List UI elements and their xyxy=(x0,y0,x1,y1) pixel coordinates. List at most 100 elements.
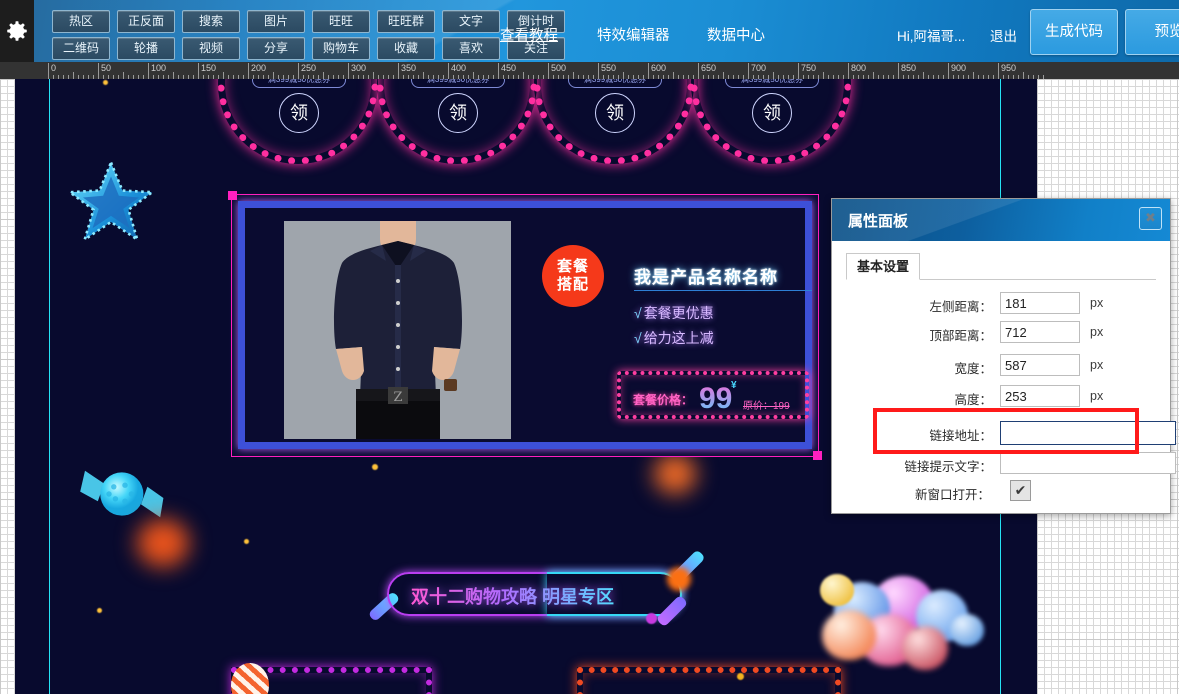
unit-label-px: px xyxy=(1090,296,1104,310)
currency-symbol: ¥ xyxy=(731,380,737,391)
ruler-label: 50 xyxy=(101,63,112,73)
ruler-label: 400 xyxy=(451,63,467,73)
form-row-new-window: 新窗口打开： ✔ xyxy=(832,480,1170,509)
field-label-new-window: 新窗口打开： xyxy=(914,488,990,502)
coupon-claim-label[interactable]: 领 xyxy=(752,93,792,133)
widget-button-flipside[interactable]: 正反面 xyxy=(117,10,175,33)
coupon-pill-text: 满399减50优惠券 xyxy=(252,79,346,88)
widget-button-carousel[interactable]: 轮播 xyxy=(117,37,175,60)
form-row-link-url: 链接地址： xyxy=(832,421,1176,450)
unit-label-px: px xyxy=(1090,325,1104,339)
ruler-label: 650 xyxy=(701,63,717,73)
width-input[interactable] xyxy=(1000,354,1080,376)
benefit-text: 给力这上减 xyxy=(643,330,714,346)
ruler-major-tick xyxy=(398,63,399,79)
coupon-claim-label[interactable]: 领 xyxy=(279,93,319,133)
ruler-label: 0 xyxy=(51,63,57,73)
balloon xyxy=(820,574,854,606)
coupon-claim-label[interactable]: 领 xyxy=(595,93,635,133)
widget-button-image[interactable]: 图片 xyxy=(247,10,305,33)
widget-button-qrcode[interactable]: 二维码 xyxy=(52,37,110,60)
original-price: 原价：199 xyxy=(743,401,790,412)
decorative-dot xyxy=(646,613,657,624)
tab-basic-settings[interactable]: 基本设置 xyxy=(846,253,921,280)
ruler-major-tick xyxy=(948,63,949,79)
widget-button-share[interactable]: 分享 xyxy=(247,37,305,60)
preview-button[interactable]: 预览 xyxy=(1125,9,1179,55)
price-label: 套餐价格： xyxy=(633,393,694,407)
benefit-text: 套餐更优惠 xyxy=(643,305,714,321)
widget-button-wangwang[interactable]: 旺旺 xyxy=(312,10,370,33)
widget-button-hotspot[interactable]: 热区 xyxy=(52,10,110,33)
badge-line-1: 套餐 xyxy=(556,258,589,275)
unit-label-px: px xyxy=(1090,358,1104,372)
widget-button-search[interactable]: 搜索 xyxy=(182,10,240,33)
field-label-link-title: 链接提示文字： xyxy=(904,460,992,474)
widget-button-text[interactable]: 文字 xyxy=(442,10,500,33)
horizontal-ruler[interactable]: 0 50 100 150 200 250 300 350 400 450 500 550 600 650 7… xyxy=(0,62,1179,80)
widget-button-like[interactable]: 喜欢 xyxy=(442,37,500,60)
product-name-text: 我是产品名称名称 xyxy=(634,268,778,287)
mid-banner-text: 双十二购物攻略 明星专区 xyxy=(411,583,614,609)
product-banner-element[interactable]: Z 套餐 搭配 我是产品名称名称 √ 套餐更优惠 √ 给力这上减 套餐价格： 9… xyxy=(231,194,819,456)
ruler-label: 900 xyxy=(951,63,967,73)
price-box: 套餐价格： 99 ¥ 原价：199 xyxy=(617,371,809,419)
ruler-major-tick xyxy=(598,63,599,79)
form-row-link-title: 链接提示文字： xyxy=(832,452,1176,481)
ruler-label: 700 xyxy=(751,63,767,73)
widget-button-wangwang-group[interactable]: 旺旺群 xyxy=(377,10,435,33)
panel-title: 属性面板 xyxy=(848,213,909,230)
ruler-label: 350 xyxy=(401,63,417,73)
banner-inner: Z 套餐 搭配 我是产品名称名称 √ 套餐更优惠 √ 给力这上减 套餐价格： 9… xyxy=(245,208,812,442)
form-row-top-offset: 顶部距离： px xyxy=(832,321,1170,350)
ruler-major-tick xyxy=(898,63,899,79)
ruler-major-tick xyxy=(48,63,49,79)
coupon-pill-text: 满399减50优惠券 xyxy=(411,79,505,88)
set-meal-badge[interactable]: 套餐 搭配 xyxy=(542,245,604,307)
check-icon: √ xyxy=(634,305,642,321)
unit-label-px: px xyxy=(1090,389,1104,403)
product-photo[interactable]: Z xyxy=(284,221,511,439)
coupon-pill-text: 满399减50优惠券 xyxy=(725,79,819,88)
ruler-major-tick xyxy=(798,63,799,79)
left-offset-input[interactable] xyxy=(1000,292,1080,314)
widget-button-video[interactable]: 视频 xyxy=(182,37,240,60)
form-row-left-offset: 左侧距离： px xyxy=(832,292,1170,321)
ruler-major-tick xyxy=(248,63,249,79)
new-window-checkbox[interactable]: ✔ xyxy=(1010,480,1031,501)
ruler-minor-tick xyxy=(323,72,324,79)
ruler-minor-tick xyxy=(673,72,674,79)
gear-icon-container[interactable] xyxy=(0,0,34,62)
ruler-label: 800 xyxy=(851,63,867,73)
field-label-link-url: 链接地址： xyxy=(929,429,992,443)
guide-line-left[interactable] xyxy=(49,79,50,694)
link-view-tutorial[interactable]: 查看教程 xyxy=(500,24,558,45)
link-url-input[interactable] xyxy=(1000,421,1176,445)
height-input[interactable] xyxy=(1000,385,1080,407)
widget-button-cart[interactable]: 购物车 xyxy=(312,37,370,60)
generate-code-button[interactable]: 生成代码 xyxy=(1030,9,1118,55)
ruler-major-tick xyxy=(148,63,149,79)
logout-link[interactable]: 退出 xyxy=(990,25,1017,45)
ruler-label: 600 xyxy=(651,63,667,73)
bottom-card[interactable]: 12.12 套餐 搭配 xyxy=(577,667,841,694)
star-decoration xyxy=(67,159,155,243)
top-toolbar: 热区 正反面 搜索 图片 旺旺 旺旺群 文字 倒计时 二维码 轮播 视频 分享 … xyxy=(0,0,1179,62)
ruler-minor-tick xyxy=(123,72,124,79)
property-panel[interactable]: 属性面板 ✖ 基本设置 左侧距离： px 顶部距离： px 宽度： px 高度：… xyxy=(831,198,1176,514)
widget-button-favorite[interactable]: 收藏 xyxy=(377,37,435,60)
top-offset-input[interactable] xyxy=(1000,321,1080,343)
decorative-dot xyxy=(244,539,249,544)
user-greeting[interactable]: Hi,阿福哥... xyxy=(897,25,965,45)
ruler-major-tick xyxy=(648,63,649,79)
close-icon[interactable]: ✖ xyxy=(1139,207,1162,230)
check-icon: √ xyxy=(634,330,642,346)
coupon-claim-label[interactable]: 领 xyxy=(438,93,478,133)
mid-banner-element[interactable]: 双十二购物攻略 明星专区 xyxy=(367,549,711,628)
link-effects-editor[interactable]: 特效编辑器 xyxy=(597,24,670,45)
link-title-input[interactable] xyxy=(1000,452,1176,474)
link-data-center[interactable]: 数据中心 xyxy=(707,24,765,45)
decorative-dot xyxy=(737,673,744,680)
benefit-bullet: √ 给力这上减 xyxy=(634,328,714,348)
property-panel-header: 属性面板 xyxy=(832,199,1170,241)
